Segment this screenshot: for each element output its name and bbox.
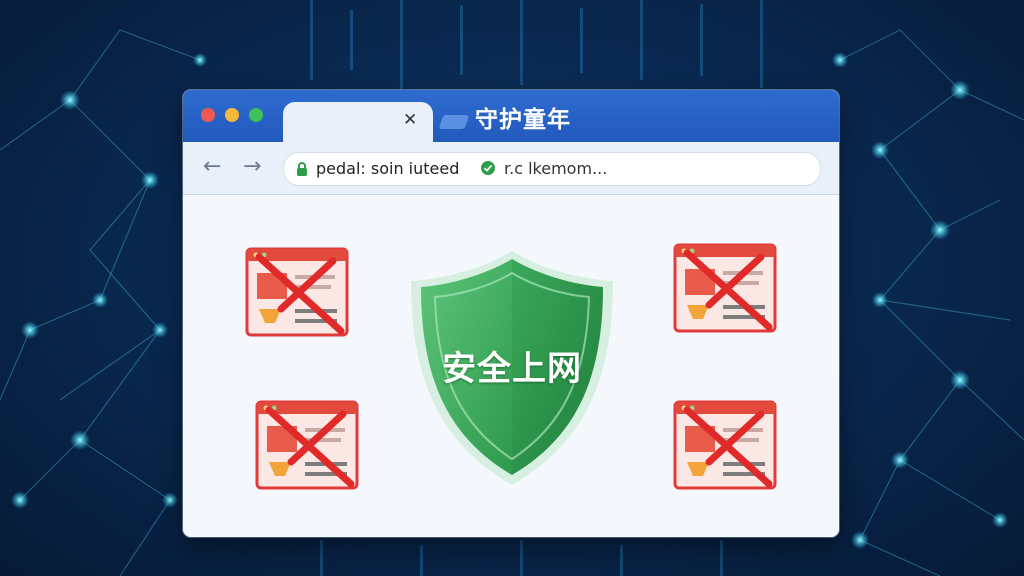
minimize-window-button[interactable] <box>225 108 239 122</box>
new-tab-button[interactable] <box>438 115 470 129</box>
arrow-right-icon[interactable]: → <box>243 154 261 179</box>
shield-label: 安全上网 <box>442 349 582 389</box>
blocked-page-top-left <box>245 247 349 337</box>
browser-window: ✕ 守护童年 ← → pedal: soin iuteed r.c lkemom… <box>183 90 839 537</box>
toolbar: ← → pedal: soin iuteed r.c lkemom... <box>183 142 839 195</box>
address-bar[interactable]: pedal: soin iuteed r.c lkemom... <box>283 152 821 186</box>
address-text: pedal: soin iuteed <box>316 159 460 178</box>
window-title: 守护童年 <box>475 107 571 133</box>
page-content: 安全上网 <box>183 195 839 537</box>
lock-icon <box>297 162 307 176</box>
safety-shield: 安全上网 <box>403 245 621 491</box>
blocked-page-bottom-left <box>255 400 359 490</box>
title-bar: ✕ 守护童年 <box>183 90 839 144</box>
arrow-left-icon[interactable]: ← <box>203 154 221 179</box>
close-window-button[interactable] <box>201 108 215 122</box>
close-icon[interactable]: ✕ <box>403 110 417 130</box>
address-text-secondary: r.c lkemom... <box>504 159 608 178</box>
maximize-window-button[interactable] <box>249 108 263 122</box>
check-circle-icon <box>481 161 495 175</box>
blocked-page-bottom-right <box>673 400 777 490</box>
blocked-page-top-right <box>673 243 777 333</box>
